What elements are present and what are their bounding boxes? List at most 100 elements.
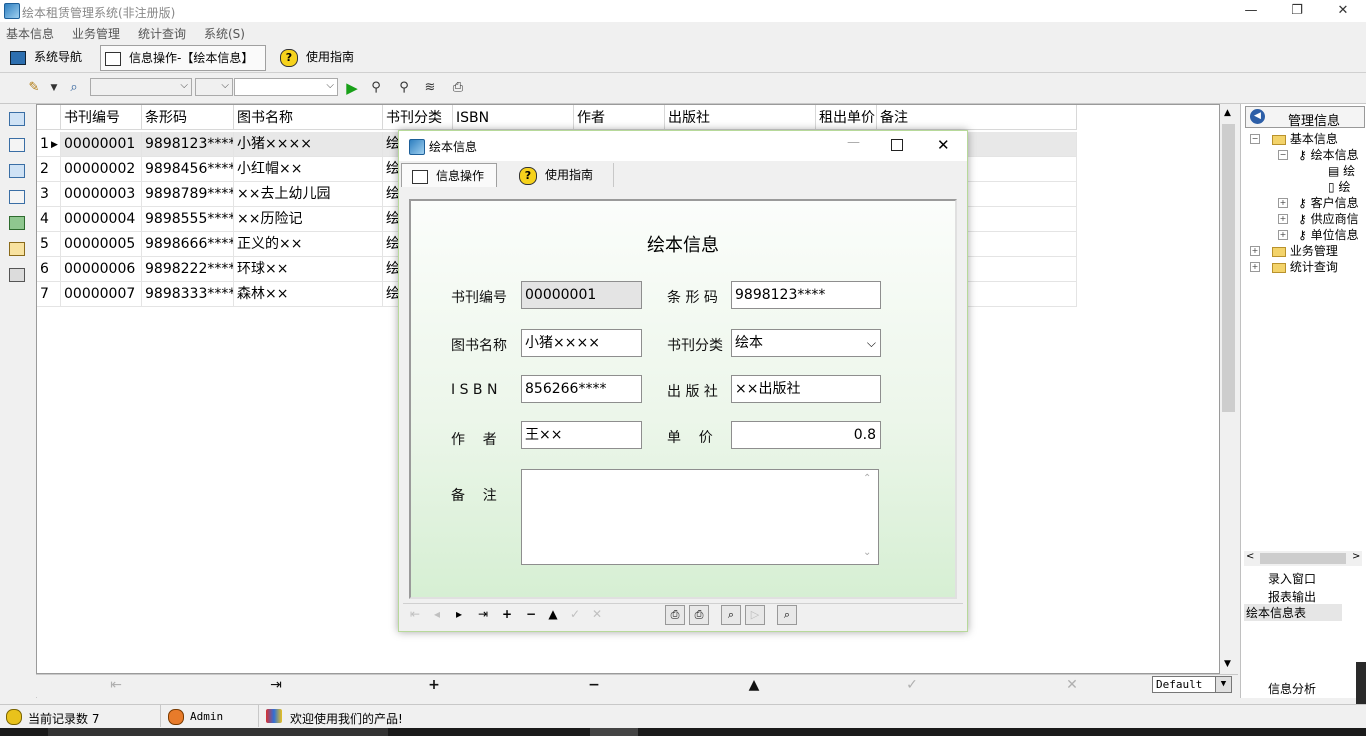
book-id-field[interactable]: 00000001	[521, 281, 642, 309]
nav-insert-icon[interactable]: +	[499, 607, 515, 621]
scroll-up-icon[interactable]: ⌃	[863, 473, 871, 484]
table-cell[interactable]: 00000004	[61, 207, 142, 232]
operator-select[interactable]: ⌵	[195, 78, 233, 96]
table-cell[interactable]: 00000006	[61, 257, 142, 282]
column-header[interactable]: 书刊分类	[383, 105, 453, 130]
dialog-tab-user-guide[interactable]: ? 使用指南	[519, 163, 614, 187]
scroll-right-icon[interactable]: >	[1352, 551, 1360, 562]
tab-system-nav[interactable]: 系统导航	[6, 45, 94, 69]
column-header[interactable]: ISBN	[453, 105, 574, 130]
zoom-search-icon[interactable]: ⌕	[721, 605, 741, 625]
tree-node-basic-info[interactable]: 基本信息	[1272, 130, 1338, 147]
scroll-thumb[interactable]	[1222, 124, 1235, 412]
expand-icon[interactable]: +	[1278, 230, 1288, 240]
price-field[interactable]: 0.8	[731, 421, 881, 449]
collapse-icon[interactable]: −	[1278, 150, 1288, 160]
list-item-entry-window[interactable]: 录入窗口	[1268, 570, 1316, 587]
table-cell[interactable]: 00000001	[61, 132, 142, 157]
scroll-down-icon[interactable]: ⌄	[863, 547, 871, 558]
category-select[interactable]: 绘本 ⌵	[731, 329, 881, 357]
dialog-tab-info-operation[interactable]: 信息操作	[401, 163, 497, 187]
close-button[interactable]: ✕	[1320, 0, 1366, 22]
table-cell[interactable]: 小猪××××	[234, 132, 383, 157]
printer-icon[interactable]: ⎙	[450, 80, 466, 96]
column-header[interactable]: 书刊编号	[61, 105, 142, 130]
column-header[interactable]: 条形码	[142, 105, 234, 130]
filter-icon[interactable]: ≋	[422, 80, 438, 96]
tree-node-book-form[interactable]: ▤ 绘	[1328, 162, 1355, 179]
expand-icon[interactable]: +	[1250, 262, 1260, 272]
table-cell[interactable]: 00000002	[61, 157, 142, 182]
isbn-field[interactable]: 856266****	[521, 375, 642, 403]
taskbar-item[interactable]	[48, 728, 388, 736]
back-icon[interactable]: ◀	[1250, 109, 1265, 124]
tree-node-book-info[interactable]: ⚷ 绘本信息	[1298, 146, 1359, 163]
author-field[interactable]: 王××	[521, 421, 642, 449]
column-header[interactable]: 图书名称	[234, 105, 383, 130]
restore-button[interactable]: ❐	[1274, 0, 1320, 22]
table-cell[interactable]: ××历险记	[234, 207, 383, 232]
nav-edit-icon[interactable]: ▲	[545, 607, 561, 621]
table-cell[interactable]: 环球××	[234, 257, 383, 282]
table-cell[interactable]: 正义的××	[234, 232, 383, 257]
menu-statistics[interactable]: 统计查询	[138, 25, 186, 42]
expand-icon[interactable]: +	[1278, 198, 1288, 208]
table-cell[interactable]: 小红帽××	[234, 157, 383, 182]
nav-first-icon[interactable]: ⇤	[407, 607, 423, 621]
table-cell[interactable]: ××去上幼儿园	[234, 182, 383, 207]
table-cell[interactable]: 9898666****	[142, 232, 234, 257]
dropdown-arrow-icon[interactable]: ▼	[46, 80, 62, 96]
find-icon[interactable]: ⌕	[777, 605, 797, 625]
row-indicator[interactable]: 7	[37, 282, 61, 307]
field-select[interactable]: ⌵	[90, 78, 192, 96]
expand-icon[interactable]: +	[1250, 246, 1260, 256]
nav-post-icon[interactable]: ✓	[567, 607, 583, 621]
scroll-left-icon[interactable]: <	[1246, 551, 1254, 562]
nav-delete-icon[interactable]: −	[523, 607, 539, 621]
book-name-field[interactable]: 小猪××××	[521, 329, 642, 357]
row-indicator[interactable]: 6	[37, 257, 61, 282]
table-cell[interactable]: 9898123****	[142, 132, 234, 157]
value-select[interactable]: ⌵	[234, 78, 338, 96]
trash-icon[interactable]	[9, 268, 25, 282]
table-cell[interactable]: 9898333****	[142, 282, 234, 307]
column-header[interactable]: 备注	[877, 105, 1077, 130]
row-indicator[interactable]: 5	[37, 232, 61, 257]
nav-first-icon[interactable]: ⇤	[106, 677, 126, 693]
nav-cancel-icon[interactable]: ✕	[1062, 677, 1082, 693]
print-preview-icon[interactable]: ⎙	[689, 605, 709, 625]
play-icon[interactable]: ▷	[745, 605, 765, 625]
binoculars-next-icon[interactable]: ⚲	[396, 80, 412, 96]
expand-icon[interactable]: +	[1278, 214, 1288, 224]
org-chart-icon[interactable]	[9, 138, 25, 152]
tree-node-unit-info[interactable]: ⚷ 单位信息	[1298, 226, 1359, 243]
nav-delete-icon[interactable]: −	[584, 677, 604, 693]
dialog-maximize-button[interactable]	[891, 139, 903, 151]
table-cell[interactable]: 9898555****	[142, 207, 234, 232]
nav-post-icon[interactable]: ✓	[902, 677, 922, 693]
column-header[interactable]: 租出单价	[816, 105, 877, 130]
monitor-icon[interactable]	[9, 112, 25, 126]
scroll-thumb[interactable]	[1260, 553, 1346, 564]
list-icon[interactable]	[9, 164, 25, 178]
tree-node-supplier-info[interactable]: ⚷ 供应商信	[1298, 210, 1359, 227]
search-icon[interactable]: ⌕	[66, 80, 82, 96]
publisher-field[interactable]: ××出版社	[731, 375, 881, 403]
nav-prior-icon[interactable]: ◂	[429, 607, 445, 621]
style-select[interactable]: Default ▼	[1152, 676, 1232, 693]
table-cell[interactable]: 00000005	[61, 232, 142, 257]
users-icon[interactable]	[9, 242, 25, 256]
minimize-button[interactable]: —	[1228, 0, 1274, 22]
scroll-up-icon[interactable]: ▲	[1224, 108, 1231, 118]
menu-system[interactable]: 系统(S)	[204, 25, 245, 42]
row-indicator[interactable]: 4	[37, 207, 61, 232]
nav-next-icon[interactable]: ▸	[451, 607, 467, 621]
binoculars-icon[interactable]: ⚲	[368, 80, 384, 96]
print-icon[interactable]: ⎙	[665, 605, 685, 625]
tree-node-book-report[interactable]: ▯ 绘	[1328, 178, 1350, 195]
right-panel-hscroll[interactable]: < >	[1244, 551, 1362, 566]
tree-node-customer-info[interactable]: ⚷ 客户信息	[1298, 194, 1359, 211]
menu-business[interactable]: 业务管理	[72, 25, 120, 42]
dialog-close-button[interactable]: ✕	[937, 136, 950, 154]
table-cell[interactable]: 00000007	[61, 282, 142, 307]
